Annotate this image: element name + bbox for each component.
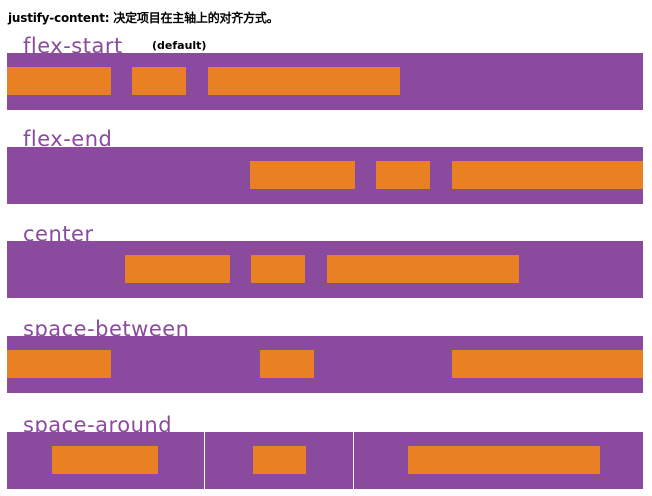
item-3 — [327, 255, 519, 283]
item-2 — [251, 255, 305, 283]
item-2 — [253, 446, 306, 474]
item-1 — [52, 446, 158, 474]
label-default-note: (default) — [152, 39, 207, 52]
header-title: justify-content: 决定项目在主轴上的对齐方式。 — [8, 11, 279, 25]
item-3 — [452, 161, 643, 189]
item-boundary — [353, 432, 354, 489]
item-2 — [260, 350, 314, 378]
item-1 — [125, 255, 230, 283]
item-3 — [452, 350, 643, 378]
item-1 — [250, 161, 355, 189]
item-1 — [7, 350, 111, 378]
band-space-between — [7, 336, 643, 393]
item-boundary — [204, 432, 205, 489]
band-flex-end — [7, 147, 643, 204]
band-center — [7, 241, 643, 298]
item-3 — [408, 446, 600, 474]
item-2 — [132, 67, 186, 95]
band-flex-start — [7, 53, 643, 110]
item-2 — [376, 161, 430, 189]
band-space-around — [7, 432, 643, 489]
item-1 — [7, 67, 111, 95]
item-3 — [208, 67, 400, 95]
